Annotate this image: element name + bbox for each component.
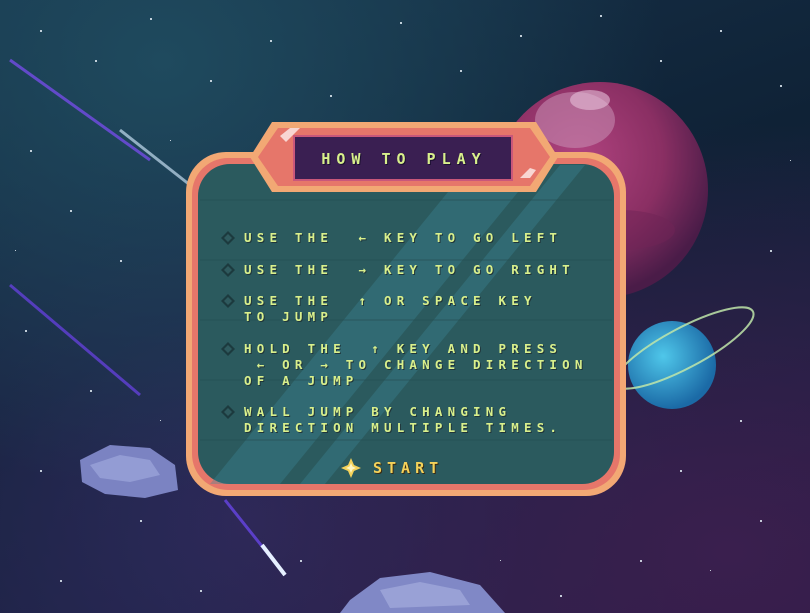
start-button-label[interactable]: START — [373, 458, 443, 478]
diamond-bullet-icon — [221, 263, 235, 277]
instruction-line: HOLD THE ↑ KEY AND PRESS — [244, 341, 563, 356]
instruction-line: USE THE ← KEY TO GO LEFT — [244, 230, 563, 245]
instruction-line: TO JUMP — [244, 309, 334, 324]
menu-title: HOW TO PLAY — [321, 150, 487, 168]
instruction-line: USE THE ↑ OR SPACE KEY — [244, 293, 537, 308]
instruction-line: DIRECTION MULTIPLE TIMES. — [244, 420, 563, 435]
diamond-bullet-icon — [221, 405, 235, 419]
instruction-line: USE THE → KEY TO GO RIGHT — [244, 262, 575, 277]
diamond-bullet-icon — [221, 231, 235, 245]
instruction-line: ← OR → TO CHANGE DIRECTION — [244, 357, 588, 372]
sparkle-icon — [341, 458, 361, 478]
instruction-line: OF A JUMP — [244, 373, 359, 388]
diamond-bullet-icon — [221, 294, 235, 308]
instruction-line: WALL JUMP BY CHANGING — [244, 404, 512, 419]
blue-planet — [613, 306, 755, 409]
diamond-bullet-icon — [221, 342, 235, 356]
game-scene: HOW TO PLAY USE THE ← KEY TO GO LEFT USE… — [0, 0, 810, 613]
